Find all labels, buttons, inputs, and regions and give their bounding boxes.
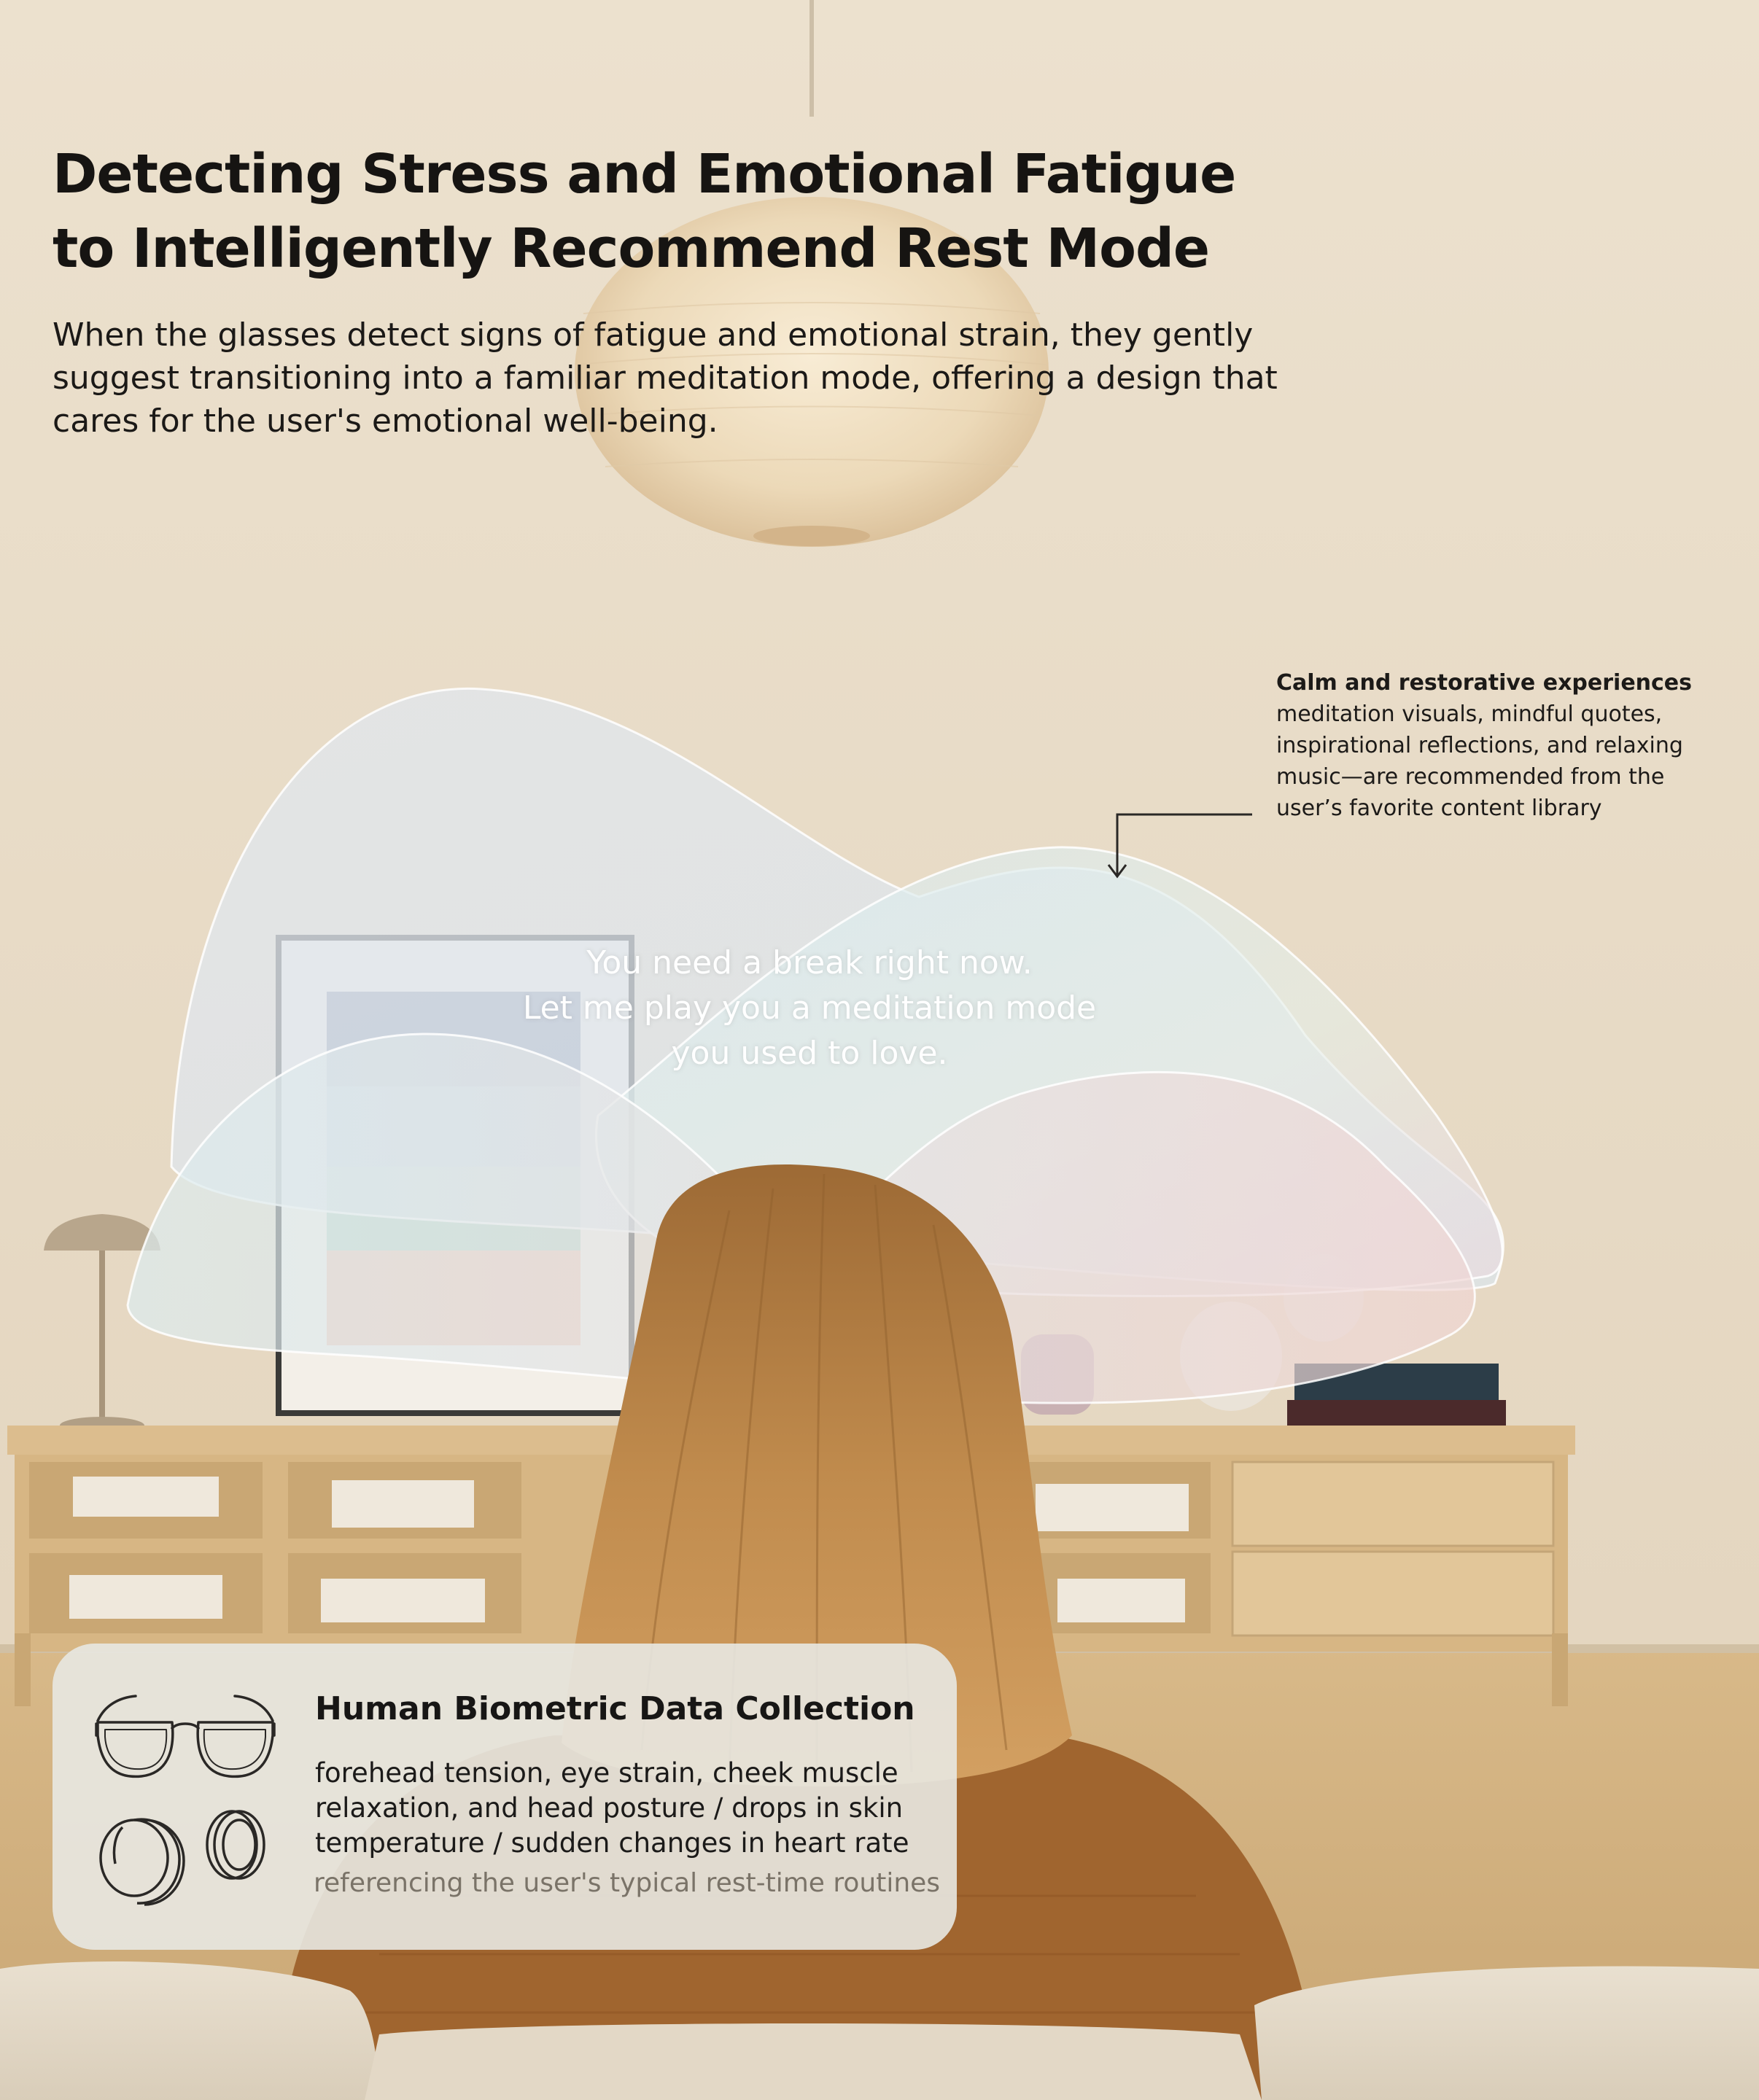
biometric-card-note: referencing the user's typical rest-time… (314, 1868, 941, 1898)
biometric-card-body: forehead tension, eye strain, cheek musc… (315, 1756, 942, 1861)
description-line-1: When the glasses detect signs of fatigue… (53, 316, 1254, 354)
title-line-1: Detecting Stress and Emotional Fatigue (53, 143, 1236, 206)
title-line-2: to Intelligently Recommend Rest Mode (53, 217, 1210, 280)
description-line-2: suggest transitioning into a familiar me… (53, 359, 1278, 397)
page-title: Detecting Stress and Emotional Fatigue t… (53, 137, 1292, 286)
smart-glasses-icon (95, 1695, 276, 1778)
ar-message-line-2: Let me play you a meditation mode (522, 989, 1097, 1027)
description-line-3: cares for the user's emotional well-bein… (53, 402, 718, 440)
callout-title: Calm and restorative experiences (1276, 670, 1693, 696)
biometric-card-title: Human Biometric Data Collection (315, 1690, 915, 1727)
sofa (0, 1961, 379, 2100)
page-description: When the glasses detect signs of fatigue… (53, 314, 1307, 443)
callout-line-3: music—are recommended from the (1276, 764, 1665, 790)
ar-rest-message: You need a break right now. Let me play … (481, 941, 1138, 1076)
smartwatch-icon (99, 1818, 185, 1906)
lamp-cord (809, 0, 814, 117)
callout-line-1: meditation visuals, mindful quotes, (1276, 701, 1663, 727)
smart-ring-icon (206, 1810, 265, 1880)
content-callout: Calm and restorative experiences meditat… (1276, 667, 1728, 824)
ar-message-line-3: you used to love. (671, 1035, 948, 1072)
biometric-data-card: Human Biometric Data Collection forehead… (53, 1644, 957, 1950)
biometric-line-1: forehead tension, eye strain, cheek musc… (315, 1757, 898, 1789)
ar-message-line-1: You need a break right now. (586, 944, 1033, 981)
callout-line-2: inspirational reflections, and relaxing (1276, 733, 1683, 758)
biometric-line-3: temperature / sudden changes in heart ra… (315, 1827, 909, 1859)
callout-line-4: user’s favorite content library (1276, 796, 1602, 821)
biometric-line-2: relaxation, and head posture / drops in … (315, 1792, 904, 1824)
